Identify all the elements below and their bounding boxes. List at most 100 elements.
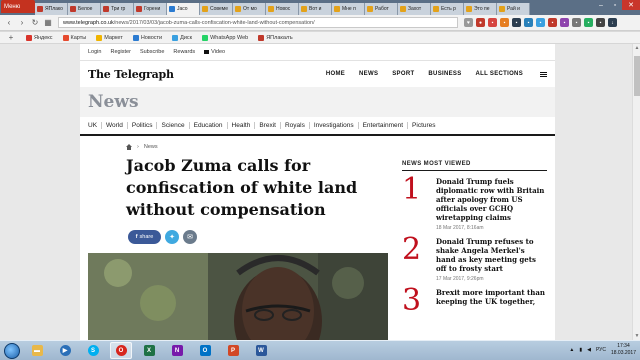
most-viewed-headline[interactable]: Brexit more important than keeping the U… [436,288,546,306]
url-input[interactable]: www.telegraph.co.uk/news/2017/03/03/jaco… [58,17,458,28]
language-indicator[interactable]: РУС [596,347,606,353]
taskbar-word[interactable]: W [250,342,272,359]
download-icon[interactable]: ↓ [608,18,617,27]
home-icon[interactable] [126,144,132,150]
volume-icon[interactable]: ◀ [587,347,591,353]
subnav-item[interactable]: UK [88,122,101,129]
main-nav-item[interactable]: BUSINESS [428,71,461,77]
browser-tab[interactable]: ЯПлако [35,3,68,15]
scroll-down-icon[interactable]: ▼ [633,332,640,340]
most-viewed-headline[interactable]: Donald Trump fuels diplomatic row with B… [436,177,546,222]
util-link[interactable]: Subscribe [140,49,164,55]
hamburger-icon[interactable] [540,71,547,77]
subnav-item[interactable]: Education [188,122,227,129]
taskbar-onenote[interactable]: N [166,342,188,359]
facebook-share-button[interactable]: f share [128,230,161,244]
browser-tab[interactable]: Это пе [464,3,497,15]
taskbar-excel[interactable]: X [138,342,160,359]
bookmark-item[interactable]: Яндекс [26,34,53,41]
browser-tab[interactable]: Мне п [332,3,365,15]
ext-dark2-icon[interactable]: ▪ [596,18,605,27]
taskbar-outlook[interactable]: O [194,342,216,359]
email-share-button[interactable]: ✉ [183,230,197,244]
browser-tab[interactable]: Захот [398,3,431,15]
browser-tab[interactable]: Горени [134,3,167,15]
browser-tab[interactable]: Вот и [299,3,332,15]
taskbar-opera[interactable]: O [110,342,132,359]
subnav-item[interactable]: Investigations [308,122,358,129]
bookmark-item[interactable]: Карты [62,34,86,41]
main-nav-item[interactable]: NEWS [359,71,378,77]
page-scrollbar[interactable]: ▲ ▼ [632,44,640,340]
ext-dark-icon[interactable]: ▪ [512,18,521,27]
subnav-item[interactable]: Politics [126,122,157,129]
ext-green-icon[interactable]: ▪ [584,18,593,27]
browser-tab[interactable]: Совеме [200,3,233,15]
util-link[interactable]: Register [110,49,130,55]
browser-tab[interactable]: От мо [233,3,266,15]
forward-icon[interactable]: › [17,18,27,28]
minimize-icon[interactable]: – [594,0,608,10]
ext-blue-icon[interactable]: ▪ [536,18,545,27]
browser-tab[interactable]: Работ [365,3,398,15]
telegraph-logo[interactable]: The Telegraph [88,68,174,81]
browser-tab[interactable]: Белое [68,3,101,15]
most-viewed-item[interactable]: 1 Donald Trump fuels diplomatic row with … [402,175,547,232]
section-title[interactable]: News [88,92,139,112]
twitter-share-button[interactable]: ✦ [165,230,179,244]
network-icon[interactable]: ▮ [579,347,582,353]
most-viewed-headline[interactable]: Donald Trump refuses to shake Angela Mer… [436,237,546,273]
browser-tab[interactable]: Три гр [101,3,134,15]
browser-tab[interactable]: Рай и [497,3,530,15]
maximize-icon[interactable]: ▫ [608,0,622,10]
ext-orange-icon[interactable]: ▪ [500,18,509,27]
util-link[interactable]: Login [88,49,101,55]
browser-tab[interactable]: Jaco [167,3,200,15]
ext-purple-icon[interactable]: ▪ [560,18,569,27]
bookmark-item[interactable]: WhatsApp Web [202,34,248,41]
heart-icon[interactable]: ♥ [464,18,473,27]
clock[interactable]: 17:34 18.03.2017 [611,343,636,357]
subnav-item[interactable]: World [101,122,127,129]
reload-icon[interactable]: ↻ [30,18,40,28]
subnav-item[interactable]: Pictures [407,122,439,129]
close-icon[interactable]: ✕ [622,0,640,10]
back-icon[interactable]: ‹ [4,18,14,28]
main-nav-item[interactable]: ALL SECTIONS [476,71,524,77]
subnav-item[interactable]: Entertainment [357,122,407,129]
subnav-item[interactable]: Science [156,122,188,129]
start-button[interactable] [4,342,20,359]
tray-arrow-icon[interactable]: ▲ [569,347,574,353]
browser-tab[interactable]: Новос [266,3,299,15]
most-viewed-item[interactable]: 2 Donald Trump refuses to shake Angela Me… [402,235,547,283]
subnav-item[interactable]: Health [226,122,255,129]
subnav-item[interactable]: Brexit [254,122,280,129]
bookmark-item[interactable]: Новости [132,34,162,41]
main-nav-item[interactable]: HOME [326,71,345,77]
most-viewed-panel: NEWS MOST VIEWED 1 Donald Trump fuels dip… [402,161,547,316]
adblock-icon[interactable]: ● [476,18,485,27]
taskbar-media-player[interactable]: ▶ [54,342,76,359]
taskbar-skype[interactable]: S [82,342,104,359]
ext-grey-icon[interactable]: ▪ [572,18,581,27]
bookmark-item[interactable]: Диск [172,34,192,41]
taskbar-explorer[interactable]: ▬ [26,342,48,359]
most-viewed-item[interactable]: 3 Brexit more important than keeping the … [402,286,547,316]
grid-icon[interactable]: ▦ [43,18,53,28]
util-link[interactable]: Rewards [173,49,195,55]
browser-menu-button[interactable]: Меню [1,0,35,13]
add-bookmark-icon[interactable]: + [6,33,16,43]
taskbar-powerpoint[interactable]: P [222,342,244,359]
scrollbar-thumb[interactable] [634,56,640,96]
bookmark-item[interactable]: Маркет [96,34,123,41]
vk-icon[interactable]: ▪ [524,18,533,27]
main-nav-item[interactable]: SPORT [392,71,414,77]
pdf-icon[interactable]: ▪ [488,18,497,27]
browser-tab[interactable]: Есть р [431,3,464,15]
subnav-item[interactable]: Royals [279,122,309,129]
ext-red-icon[interactable]: ▪ [548,18,557,27]
video-link[interactable]: Video [204,49,225,55]
bookmark-item[interactable]: ЯПлакалъ [258,34,293,41]
scroll-up-icon[interactable]: ▲ [633,44,640,52]
breadcrumb-news-link[interactable]: News [144,144,158,150]
